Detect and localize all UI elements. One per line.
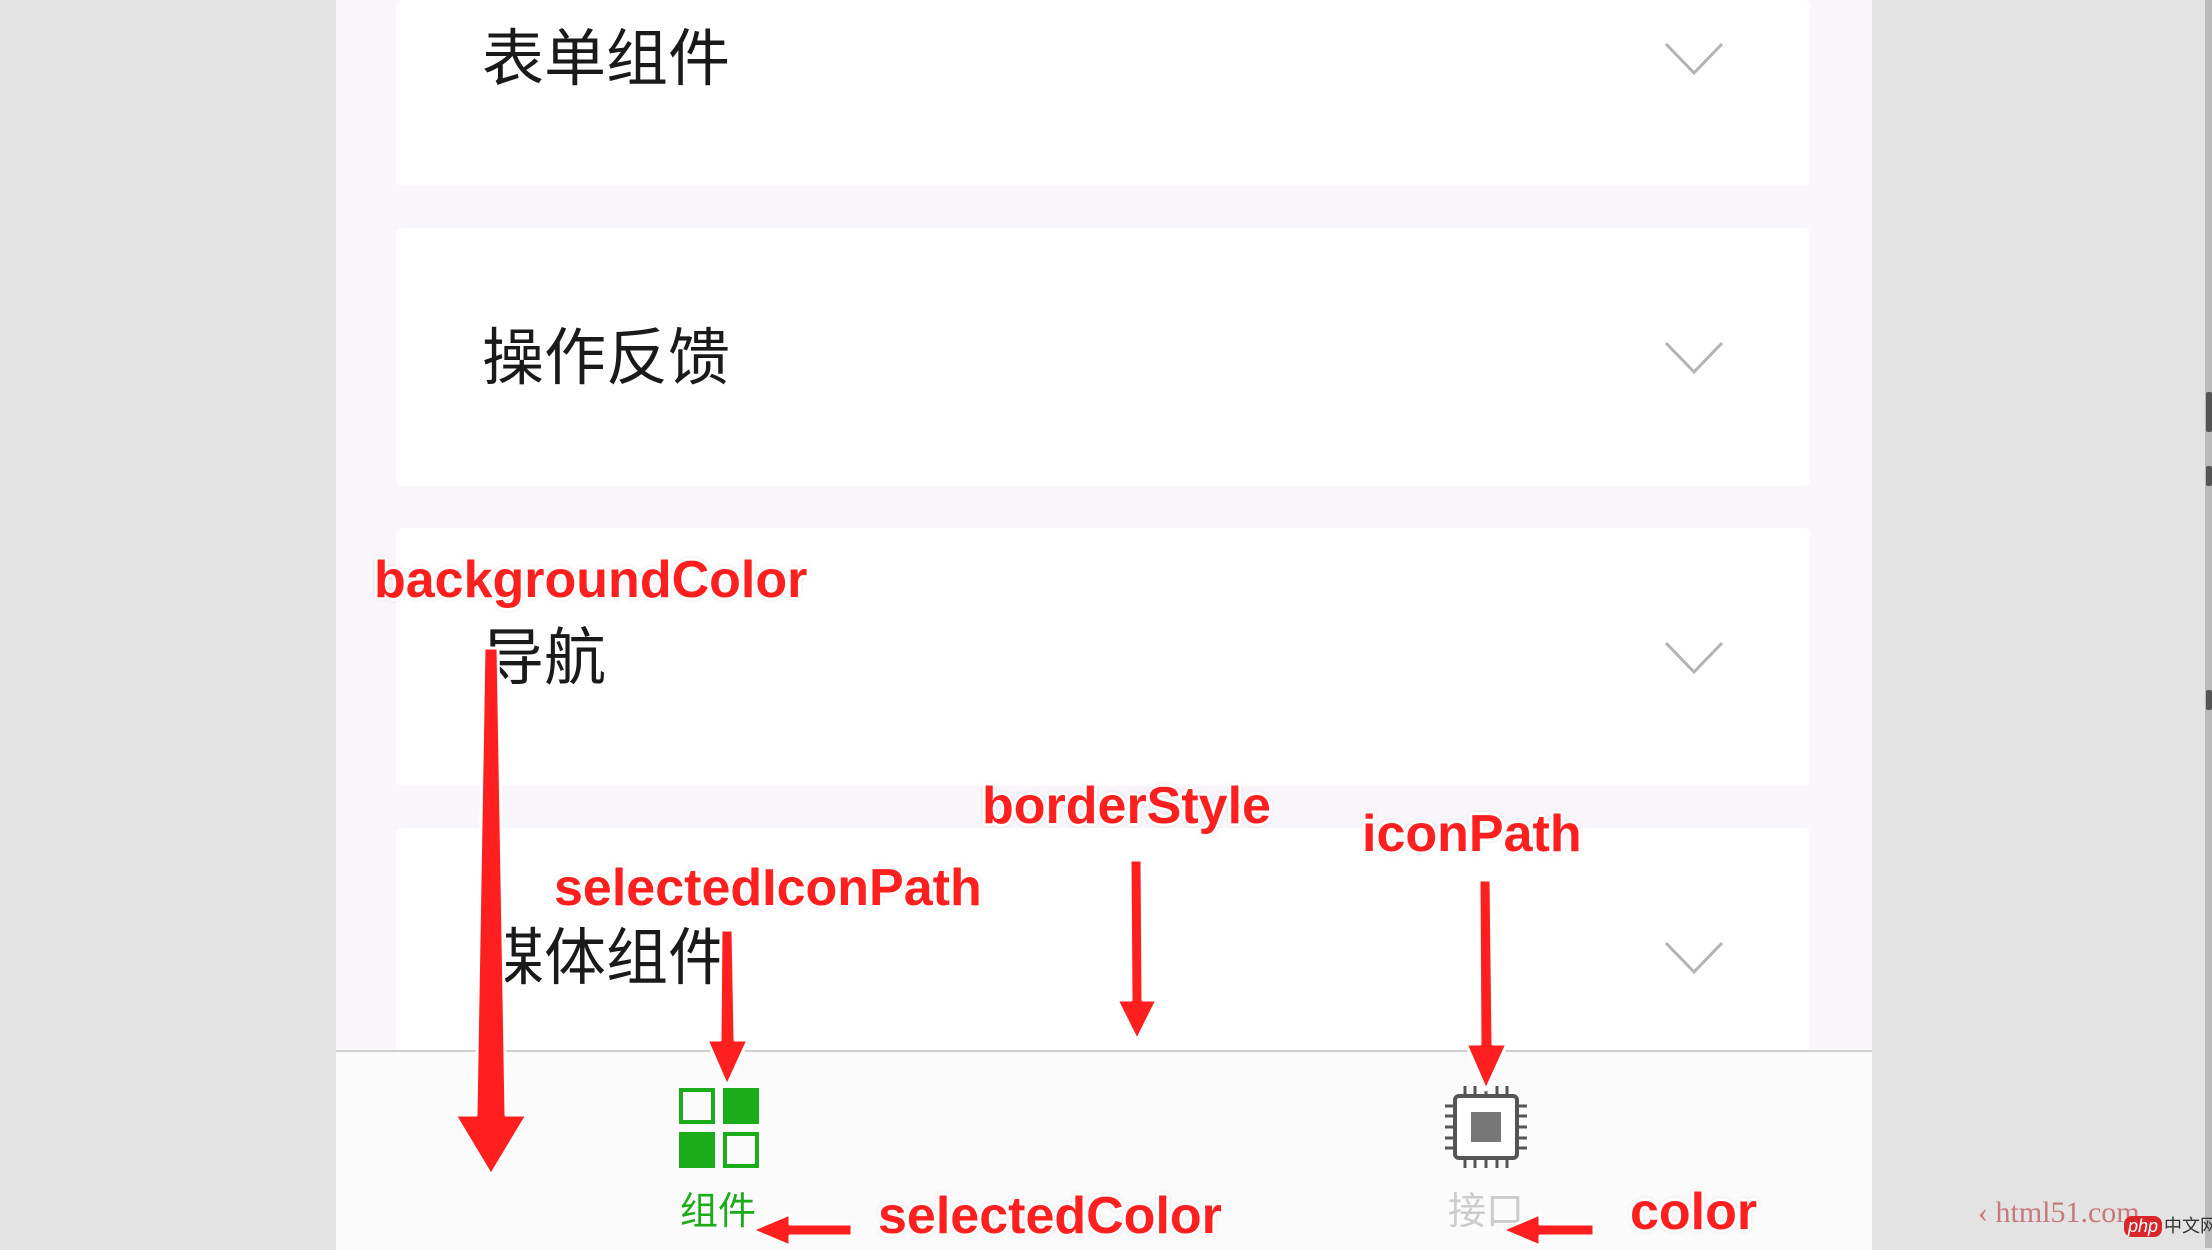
annotation-background-color: backgroundColor	[374, 551, 808, 609]
grid-icon	[679, 1088, 759, 1168]
tab-label: 组件	[679, 1189, 756, 1233]
menu-item-label: 导航	[482, 621, 607, 694]
watermark-badge: php 中文网	[2124, 1212, 2212, 1238]
chevron-down-icon	[1664, 341, 1724, 375]
chip-icon	[1445, 1086, 1527, 1168]
edge-mark	[2206, 690, 2212, 710]
annotation-selected-icon-path: selectedIconPath	[554, 859, 982, 917]
window-edge	[2205, 0, 2212, 1248]
menu-item-label: 媒体组件	[482, 921, 731, 994]
menu-item-feedback[interactable]: 操作反馈	[396, 228, 1810, 486]
menu-item-label: 操作反馈	[482, 321, 731, 394]
tab-components[interactable]: 组件	[638, 1086, 798, 1246]
edge-mark	[2206, 392, 2212, 432]
annotation-color: color	[1630, 1183, 1758, 1241]
chevron-down-icon	[1664, 42, 1724, 76]
annotation-icon-path: iconPath	[1362, 805, 1582, 863]
watermark-text: 中文网	[2164, 1216, 2212, 1236]
tab-label: 接口	[1447, 1189, 1524, 1233]
menu-item-form-components[interactable]: 表单组件	[396, 0, 1810, 186]
chevron-down-icon	[1664, 941, 1724, 975]
tab-api[interactable]: 接口	[1406, 1086, 1566, 1246]
chevron-down-icon	[1664, 641, 1724, 675]
watermark-site: ‹ html51.com	[1978, 1196, 2140, 1229]
annotation-border-style: borderStyle	[982, 777, 1271, 835]
edge-mark	[2206, 466, 2212, 486]
menu-item-label: 表单组件	[482, 22, 731, 95]
annotation-selected-color: selectedColor	[878, 1187, 1222, 1245]
watermark-php: php	[2124, 1216, 2163, 1237]
